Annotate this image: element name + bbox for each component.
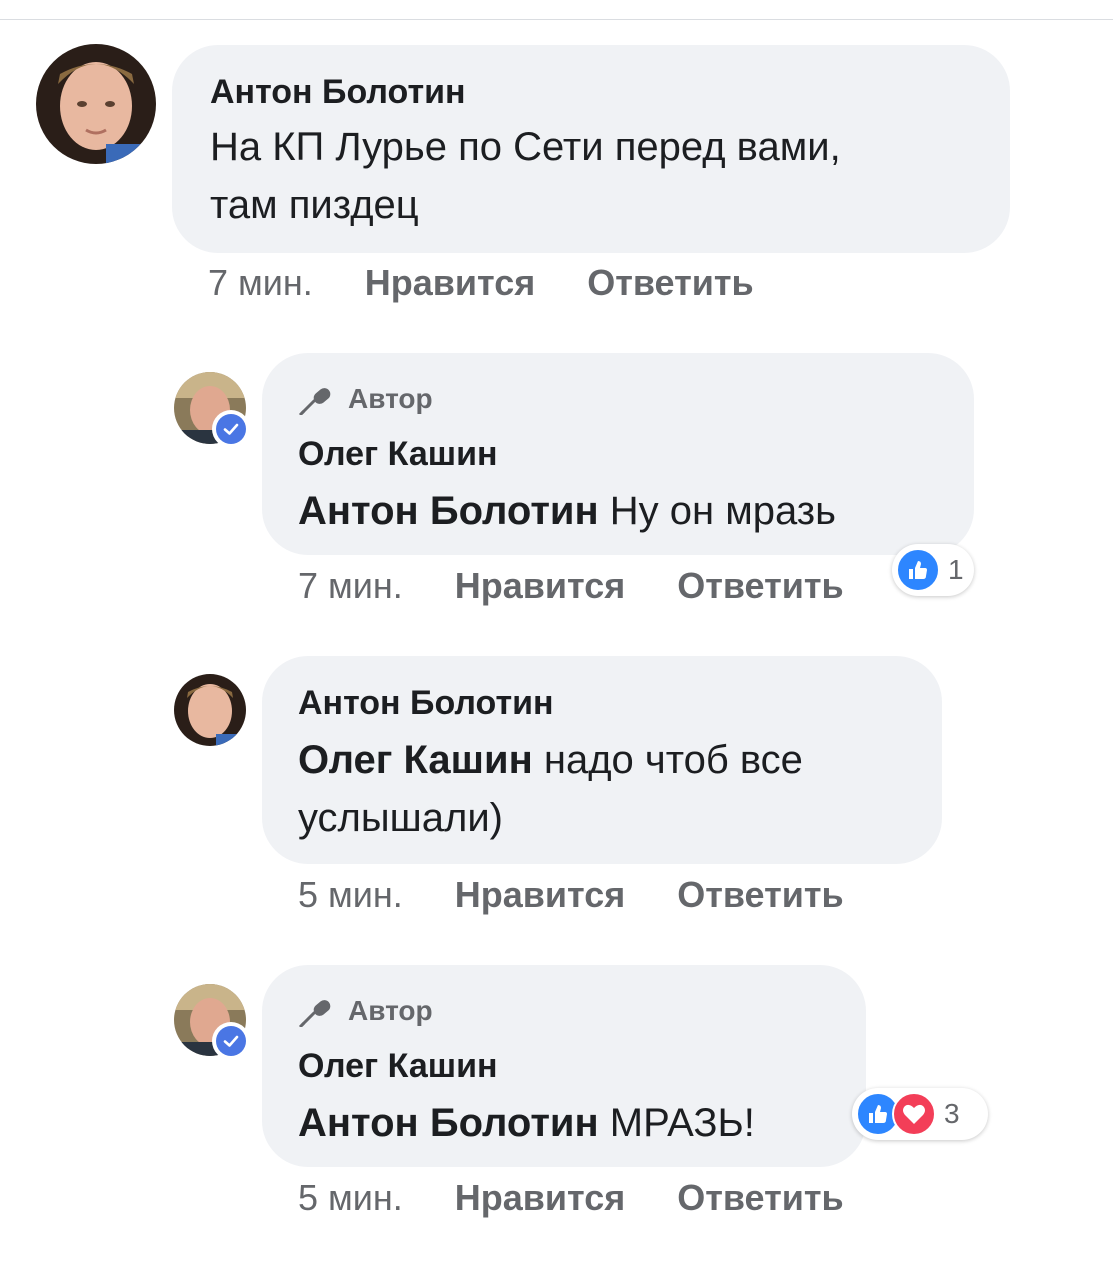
mention[interactable]: Олег Кашин	[298, 738, 533, 782]
comment-text-line: там пиздец	[210, 183, 419, 227]
comment-time[interactable]: 7 мин.	[298, 565, 403, 607]
like-button[interactable]: Нравится	[365, 262, 535, 304]
comment-time[interactable]: 5 мин.	[298, 1177, 403, 1219]
author-badge-label: Автор	[348, 383, 433, 414]
comment-meta: 7 мин. Нравится Ответить	[298, 565, 844, 607]
reply-button[interactable]: Ответить	[677, 565, 843, 607]
verified-check-icon	[223, 423, 239, 435]
reactions-summary[interactable]: 1	[892, 544, 974, 596]
reply-button[interactable]: Ответить	[587, 262, 753, 304]
comment-text: Антон Болотин МРАЗЬ!	[298, 1094, 755, 1152]
comment-meta: 5 мин. Нравится Ответить	[298, 874, 844, 916]
comment-author-name[interactable]: Олег Кашин	[298, 1047, 498, 1086]
comment-meta: 7 мин. Нравится Ответить	[208, 262, 754, 304]
comment-text-line: На КП Лурье по Сети перед вами,	[210, 125, 841, 169]
heart-icon	[892, 1092, 936, 1136]
microphone-icon	[298, 1000, 331, 1027]
verified-check-icon	[223, 1035, 239, 1047]
comment-text: Олег Кашин надо чтоб все услышали)	[298, 731, 803, 847]
avatar-oleg[interactable]	[174, 984, 250, 1060]
avatar-anton[interactable]	[174, 674, 246, 746]
reply-button[interactable]: Ответить	[677, 874, 843, 916]
reaction-count: 1	[948, 554, 964, 585]
author-badge-label: Автор	[348, 995, 433, 1026]
comment-author-name[interactable]: Антон Болотин	[210, 73, 466, 112]
comment-text-body: Ну он мразь	[609, 489, 836, 533]
comment-bubble: Автор Олег Кашин Антон Болотин Ну он мра…	[262, 353, 974, 555]
like-button[interactable]: Нравится	[455, 565, 625, 607]
comment-text-body: МРАЗЬ!	[609, 1101, 755, 1145]
reactions-summary[interactable]: 3	[852, 1088, 988, 1140]
reaction-count: 3	[944, 1098, 960, 1129]
comment-bubble: Автор Олег Кашин Антон Болотин МРАЗЬ!	[262, 965, 866, 1167]
comment-text-line: услышали)	[298, 796, 503, 840]
comment-text-body: надо чтоб все	[543, 738, 803, 782]
comment-author-name[interactable]: Антон Болотин	[298, 684, 554, 723]
comment-text: На КП Лурье по Сети перед вами, там пизд…	[210, 118, 841, 234]
thumbs-up-icon	[896, 548, 940, 592]
comment-time[interactable]: 7 мин.	[208, 262, 313, 304]
comment-meta: 5 мин. Нравится Ответить	[298, 1177, 844, 1219]
verified-badge	[212, 1022, 250, 1060]
microphone-icon	[298, 388, 331, 415]
avatar-anton[interactable]	[36, 44, 156, 164]
author-badge: Автор	[298, 383, 433, 415]
comment-bubble: Антон Болотин Олег Кашин надо чтоб все у…	[262, 656, 942, 864]
comment-text-line: Олег Кашин надо чтоб все	[298, 731, 803, 789]
comment-author-name[interactable]: Олег Кашин	[298, 435, 498, 474]
verified-badge	[212, 410, 250, 448]
mention[interactable]: Антон Болотин	[298, 1101, 599, 1145]
comment-time[interactable]: 5 мин.	[298, 874, 403, 916]
author-badge: Автор	[298, 995, 433, 1027]
mention[interactable]: Антон Болотин	[298, 489, 599, 533]
comment-text: Антон Болотин Ну он мразь	[298, 482, 836, 540]
avatar-oleg[interactable]	[174, 372, 250, 448]
like-button[interactable]: Нравится	[455, 874, 625, 916]
reply-button[interactable]: Ответить	[677, 1177, 843, 1219]
top-divider	[0, 19, 1113, 20]
comment-bubble: Антон Болотин На КП Лурье по Сети перед …	[172, 45, 1010, 253]
like-button[interactable]: Нравится	[455, 1177, 625, 1219]
